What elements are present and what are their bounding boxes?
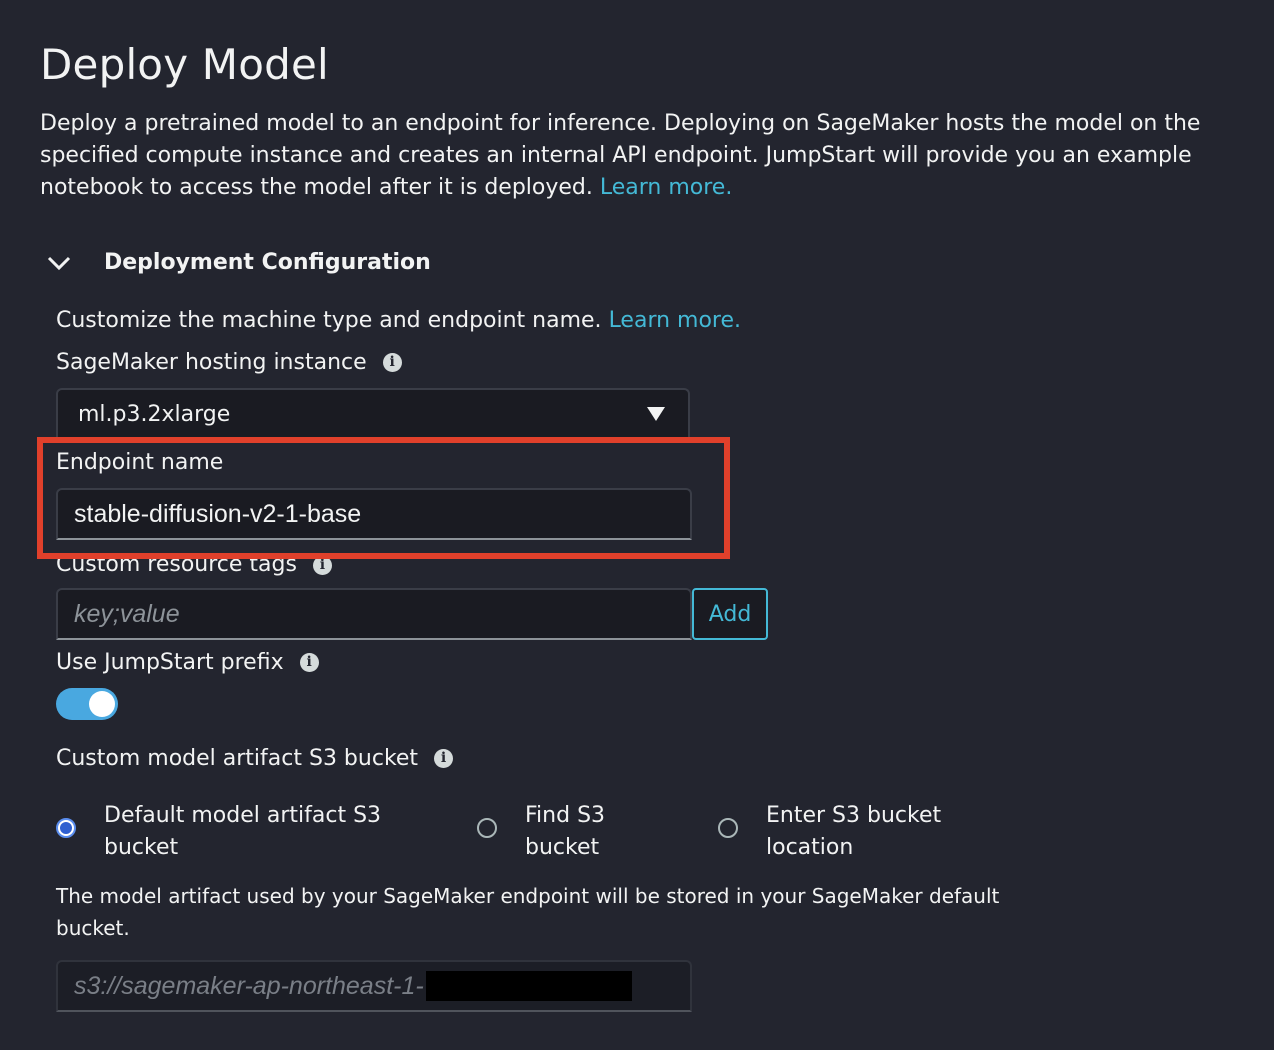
endpoint-name-value: stable-diffusion-v2-1-base	[74, 499, 362, 528]
radio-find-s3-bucket[interactable]: Find S3 bucket	[477, 800, 605, 864]
deployment-configuration-toggle[interactable]: Deployment Configuration	[46, 250, 431, 275]
resource-tags-placeholder: key;value	[74, 599, 180, 628]
radio-button[interactable]	[477, 818, 497, 838]
jumpstart-prefix-toggle[interactable]	[56, 688, 118, 720]
s3-bucket-note: The model artifact used by your SageMake…	[56, 884, 1000, 940]
hosting-instance-select[interactable]: ml.p3.2xlarge	[56, 388, 690, 438]
info-icon[interactable]: i	[382, 353, 402, 372]
info-icon[interactable]: i	[312, 556, 332, 575]
redaction-bar	[425, 971, 632, 1001]
radio-label-line: bucket	[104, 835, 179, 860]
section-learn-more-link[interactable]: Learn more.	[609, 308, 741, 333]
caret-down-icon	[647, 407, 665, 421]
info-icon[interactable]: i	[434, 749, 454, 768]
chevron-down-icon	[47, 256, 71, 270]
radio-default-bucket-label: Default model artifact S3 bucket	[104, 800, 381, 864]
jumpstart-prefix-label-text: Use JumpStart prefix	[56, 650, 284, 675]
resource-tags-input[interactable]: key;value	[56, 588, 692, 640]
radio-enter-s3-location-label: Enter S3 bucket location	[766, 800, 941, 864]
radio-find-s3-bucket-label: Find S3 bucket	[525, 800, 605, 864]
section-description-text: Customize the machine type and endpoint …	[56, 308, 602, 333]
s3-bucket-label-text: Custom model artifact S3 bucket	[56, 746, 419, 771]
learn-more-link[interactable]: Learn more.	[600, 175, 732, 200]
radio-label-line: Enter S3 bucket	[766, 803, 942, 828]
radio-default-bucket[interactable]: Default model artifact S3 bucket	[56, 800, 381, 864]
radio-enter-s3-location[interactable]: Enter S3 bucket location	[718, 800, 941, 864]
endpoint-name-label: Endpoint name	[56, 450, 223, 475]
endpoint-name-input[interactable]: stable-diffusion-v2-1-base	[56, 488, 692, 540]
s3-path-field: s3://sagemaker-ap-northeast-1-	[56, 960, 692, 1012]
radio-label-line: Find S3	[525, 803, 606, 828]
deploy-model-panel: Deploy Model Deploy a pretrained model t…	[0, 0, 1274, 1050]
s3-bucket-label: Custom model artifact S3 bucket i	[56, 746, 454, 771]
hosting-instance-label-text: SageMaker hosting instance	[56, 350, 367, 375]
s3-path-value: s3://sagemaker-ap-northeast-1-	[74, 971, 424, 1000]
hosting-instance-value: ml.p3.2xlarge	[78, 402, 231, 427]
page-title: Deploy Model	[40, 40, 329, 89]
radio-button[interactable]	[718, 818, 738, 838]
radio-label-line: bucket	[525, 835, 600, 860]
radio-button-checked[interactable]	[56, 818, 76, 838]
jumpstart-prefix-label: Use JumpStart prefix i	[56, 650, 319, 675]
endpoint-name-label-text: Endpoint name	[56, 450, 224, 475]
info-icon[interactable]: i	[299, 653, 319, 672]
page-description: Deploy a pretrained model to an endpoint…	[40, 108, 1220, 204]
hosting-instance-label: SageMaker hosting instance i	[56, 350, 402, 375]
add-tag-button[interactable]: Add	[692, 588, 768, 640]
radio-label-line: Default model artifact S3	[104, 803, 382, 828]
radio-label-line: location	[766, 835, 854, 860]
custom-resource-tags-label: Custom resource tags i	[56, 552, 332, 578]
toggle-knob	[89, 691, 115, 717]
section-description: Customize the machine type and endpoint …	[56, 308, 741, 333]
custom-resource-tags-label-text: Custom resource tags	[56, 552, 297, 577]
section-title: Deployment Configuration	[104, 250, 431, 275]
